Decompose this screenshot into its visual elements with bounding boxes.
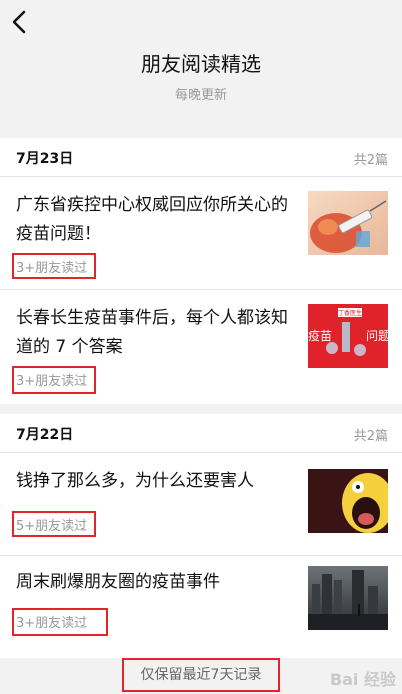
article-thumbnail: [308, 191, 388, 255]
annotation-box: [12, 608, 108, 636]
group-header: 7月22日 共2篇: [0, 414, 402, 453]
article-title: 广东省疾控中心权威回应你所关心的疫苗问题！: [16, 195, 288, 244]
date-group: 7月22日 共2篇 钱挣了那么多，为什么还要害人 5+朋友读过 周末刷爆朋友圈的…: [0, 414, 402, 658]
article-title: 钱挣了那么多，为什么还要害人: [16, 471, 254, 491]
article-title: 长春长生疫苗事件后，每个人都该知道的 7 个答案: [16, 308, 288, 357]
article-thumbnail: [308, 566, 388, 630]
watermark: Bai 经验: [329, 670, 396, 689]
article-title: 周末刷爆朋友圈的疫苗事件: [16, 572, 220, 592]
article-item[interactable]: 长春长生疫苗事件后，每个人都该知道的 7 个答案 3+朋友读过 丁香医生 疫苗 …: [0, 289, 402, 402]
thumb-text-right: 问题: [366, 329, 388, 343]
thumb-tag: 丁香医生: [338, 309, 362, 317]
group-date: 7月23日: [16, 151, 74, 167]
article-thumbnail: [308, 469, 394, 533]
page-title: 朋友阅读精选: [141, 52, 261, 76]
back-button[interactable]: [8, 8, 32, 36]
chevron-left-icon: [12, 10, 26, 34]
article-item[interactable]: 钱挣了那么多，为什么还要害人 5+朋友读过: [0, 453, 402, 555]
group-header: 7月23日 共2篇: [0, 138, 402, 177]
annotation-box: [12, 511, 96, 537]
annotation-box: [12, 253, 96, 279]
annotation-box: [122, 658, 280, 692]
thumb-text-left: 疫苗: [308, 328, 332, 343]
article-thumbnail: 丁香医生 疫苗 问题: [308, 304, 390, 368]
group-date: 7月22日: [16, 427, 74, 443]
group-count: 共2篇: [353, 153, 388, 168]
date-group: 7月23日 共2篇 广东省疾控中心权威回应你所关心的疫苗问题！ 3+朋友读过 长…: [0, 138, 402, 404]
top-bar: 朋友阅读精选 每晚更新: [0, 0, 402, 125]
article-item[interactable]: 周末刷爆朋友圈的疫苗事件 3+朋友读过: [0, 555, 402, 658]
page-subtitle: 每晚更新: [174, 88, 227, 103]
annotation-box: [12, 366, 96, 394]
group-count: 共2篇: [353, 429, 388, 444]
article-item[interactable]: 广东省疾控中心权威回应你所关心的疫苗问题！ 3+朋友读过: [0, 177, 402, 289]
